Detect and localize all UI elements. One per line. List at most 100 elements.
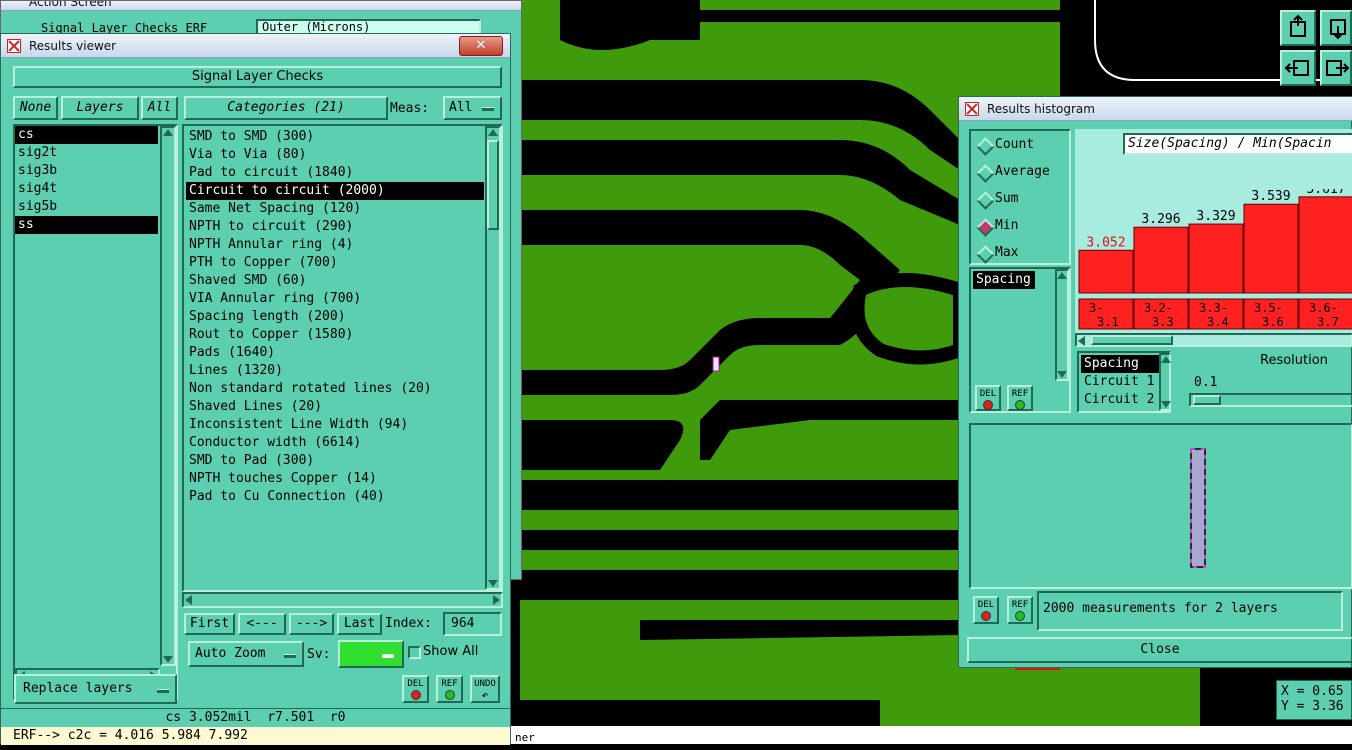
category-item[interactable]: Circuit to circuit (2000): [186, 182, 484, 200]
histogram-bar[interactable]: [1078, 249, 1134, 294]
toolbar-btn-3[interactable]: [1280, 50, 1316, 86]
scroll-down-icon[interactable]: [488, 580, 498, 587]
scroll-down-icon[interactable]: [163, 656, 173, 663]
category-item[interactable]: Pad to Cu Connection (40): [186, 488, 484, 506]
del-button[interactable]: DEL: [402, 675, 429, 703]
category-item[interactable]: Pad to circuit (1840): [186, 164, 484, 182]
category-item[interactable]: Shaved Lines (20): [186, 398, 484, 416]
results-viewer-titlebar[interactable]: Results viewer ✕: [1, 34, 510, 58]
category-item[interactable]: Pads (1640): [186, 344, 484, 362]
category-item[interactable]: NPTH to circuit (290): [186, 218, 484, 236]
index-input[interactable]: 964: [443, 612, 502, 636]
layer-item[interactable]: sig5b: [15, 198, 158, 216]
scroll-up-icon[interactable]: [163, 129, 173, 136]
scroll-down-icon[interactable]: [1161, 401, 1171, 408]
meas-dropdown[interactable]: All: [443, 96, 502, 120]
auto-zoom-dropdown[interactable]: Auto Zoom: [188, 641, 304, 667]
category-item[interactable]: SMD to SMD (300): [186, 128, 484, 146]
category-item[interactable]: NPTH touches Copper (14): [186, 470, 484, 488]
layer-item[interactable]: ss: [15, 216, 158, 234]
show-all-checkbox[interactable]: [408, 646, 421, 659]
category-item[interactable]: NPTH Annular ring (4): [186, 236, 484, 254]
scroll-up-icon[interactable]: [488, 129, 498, 136]
main-status-text: ner: [515, 731, 535, 744]
toolbar-btn-1[interactable]: [1280, 10, 1316, 46]
scroll-up-icon[interactable]: [1057, 272, 1067, 279]
category-item[interactable]: Spacing length (200): [186, 308, 484, 326]
category-label-bottom: 3.7: [1317, 315, 1339, 329]
field-vscrollbar[interactable]: [1159, 353, 1171, 411]
scroll-up-icon[interactable]: [1161, 356, 1171, 363]
category-item[interactable]: VIA Annular ring (700): [186, 290, 484, 308]
resolution-slider-thumb[interactable]: [1193, 395, 1221, 405]
measure-vscrollbar[interactable]: [1055, 269, 1069, 381]
layer-item[interactable]: sig2t: [15, 144, 158, 162]
category-item[interactable]: Inconsistent Line Width (94): [186, 416, 484, 434]
sv-color-dropdown[interactable]: [338, 640, 404, 668]
layer-item[interactable]: sig4t: [15, 180, 158, 198]
chart-hscrollbar[interactable]: [1075, 333, 1352, 347]
layers-button[interactable]: Layers: [61, 96, 139, 120]
ref-label: REF: [1011, 389, 1029, 399]
scroll-left-icon[interactable]: [185, 595, 192, 605]
preview-ref-button[interactable]: REF: [1007, 596, 1033, 624]
category-item[interactable]: Via to Via (80): [186, 146, 484, 164]
field-list-items: Spacing Circuit 1 Circuit 2: [1081, 355, 1159, 411]
resolution-slider[interactable]: [1189, 393, 1352, 407]
measure-del-button[interactable]: DEL: [975, 385, 1001, 411]
measure-item[interactable]: Spacing: [973, 271, 1035, 289]
field-item[interactable]: Circuit 2: [1081, 391, 1159, 409]
close-window-button[interactable]: ✕: [459, 36, 503, 56]
histogram-bar[interactable]: [1243, 203, 1299, 294]
histogram-bar[interactable]: [1133, 226, 1189, 294]
category-item[interactable]: PTH to Copper (700): [186, 254, 484, 272]
prev-button[interactable]: <---: [238, 613, 286, 635]
next-button[interactable]: --->: [289, 613, 334, 635]
ref-button[interactable]: REF: [436, 675, 463, 703]
dropdown-icon: [284, 654, 296, 658]
histogram-bar[interactable]: [1298, 196, 1352, 294]
layer-item[interactable]: sig3b: [15, 162, 158, 180]
bar-value-label: 3.617: [1306, 189, 1345, 197]
scroll-down-icon[interactable]: [1057, 371, 1067, 378]
layers-vscrollbar[interactable]: [160, 126, 176, 666]
category-item[interactable]: Same Net Spacing (120): [186, 200, 484, 218]
histogram-chart-area: Size(Spacing) / Min(Spacin 3.052 3- 3.1 3.2…: [1075, 129, 1352, 347]
histogram-close-button[interactable]: Close: [967, 637, 1352, 663]
mode-radio-min[interactable]: Min: [975, 216, 1069, 238]
mode-radio-max[interactable]: Max: [975, 243, 1069, 265]
mode-radio-count[interactable]: Count: [975, 135, 1069, 157]
scroll-right-icon[interactable]: [493, 595, 500, 605]
replace-layers-dropdown[interactable]: Replace layers: [14, 674, 177, 704]
last-button[interactable]: Last: [337, 613, 382, 635]
field-item[interactable]: Circuit 1: [1081, 373, 1159, 391]
all-layers-button[interactable]: All: [141, 96, 178, 120]
category-item[interactable]: Conductor width (6614): [186, 434, 484, 452]
next-label: --->: [295, 616, 328, 631]
category-item[interactable]: Lines (1320): [186, 362, 484, 380]
mode-radio-sum[interactable]: Sum: [975, 189, 1069, 211]
scroll-thumb[interactable]: [487, 140, 499, 230]
layer-item[interactable]: cs: [15, 126, 158, 144]
measure-ref-button[interactable]: REF: [1007, 385, 1033, 411]
scroll-left-icon[interactable]: [1078, 336, 1085, 346]
toolbar-btn-4[interactable]: [1320, 50, 1352, 86]
categories-vscrollbar[interactable]: [485, 126, 501, 590]
scroll-thumb[interactable]: [1091, 335, 1173, 345]
first-button[interactable]: First: [184, 613, 235, 635]
histogram-bar[interactable]: [1188, 223, 1244, 294]
mode-radio-average[interactable]: Average: [975, 162, 1069, 184]
histogram-titlebar[interactable]: Results histogram: [959, 97, 1352, 121]
undo-button[interactable]: UNDO ↶: [470, 675, 500, 703]
categories-button[interactable]: Categories (21): [184, 96, 388, 120]
category-item[interactable]: Rout to Copper (1580): [186, 326, 484, 344]
field-item[interactable]: Spacing: [1081, 355, 1159, 373]
category-item[interactable]: Shaved SMD (60): [186, 272, 484, 290]
red-dot-icon: [981, 611, 991, 621]
none-button[interactable]: None: [13, 96, 58, 120]
preview-del-button[interactable]: DEL: [973, 596, 999, 624]
category-item[interactable]: Non standard rotated lines (20): [186, 380, 484, 398]
toolbar-btn-2[interactable]: [1320, 10, 1352, 46]
categories-hscrollbar[interactable]: [182, 592, 503, 608]
category-item[interactable]: SMD to Pad (300): [186, 452, 484, 470]
